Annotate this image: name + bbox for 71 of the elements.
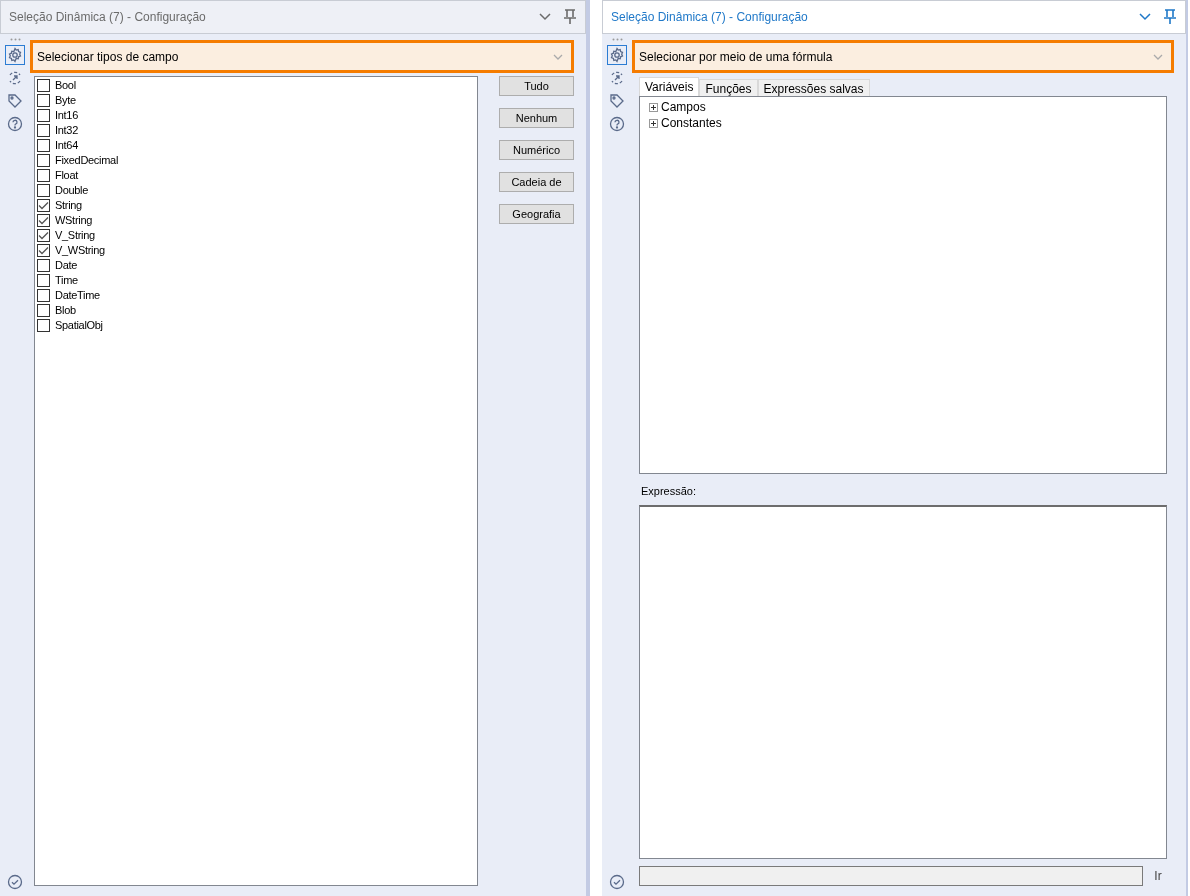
checkbox[interactable] (37, 214, 50, 227)
tab[interactable]: Variáveis (639, 77, 700, 96)
field-type-item[interactable]: Date (37, 258, 477, 273)
chevron-down-icon (553, 53, 563, 60)
checkbox[interactable] (37, 109, 50, 122)
field-type-item[interactable]: V_WString (37, 243, 477, 258)
expand-icon[interactable] (649, 118, 658, 128)
grip-icon[interactable] (9, 38, 21, 41)
filter-button[interactable]: Cadeia de (499, 172, 574, 192)
expand-icon[interactable] (649, 102, 658, 112)
check-icon (38, 216, 49, 225)
filter-button[interactable]: Numérico (499, 140, 574, 160)
go-button[interactable]: Ir (1149, 867, 1167, 885)
check-icon (38, 201, 49, 210)
check-circle-icon (7, 874, 23, 890)
tab[interactable]: Expressões salvas (757, 79, 870, 96)
settings-icon[interactable] (607, 45, 627, 65)
window-title: Seleção Dinâmica (7) - Configuração (9, 9, 207, 26)
checkbox[interactable] (37, 244, 50, 257)
expression-field[interactable] (639, 504, 1167, 859)
checkbox[interactable] (37, 199, 50, 212)
field-type-item[interactable]: Double (37, 183, 477, 198)
field-type-item[interactable]: SpatialObj (37, 318, 477, 333)
help-icon[interactable] (5, 114, 25, 134)
check-circle-icon (609, 874, 625, 890)
settings-icon[interactable] (5, 45, 25, 65)
field-type-item[interactable]: Blob (37, 303, 477, 318)
chevron-down-icon (1153, 53, 1163, 60)
field-type-item[interactable]: Int32 (37, 123, 477, 138)
checkbox[interactable] (37, 229, 50, 242)
checkbox[interactable] (37, 304, 50, 317)
chevron-down-icon[interactable] (1139, 13, 1151, 21)
field-type-item[interactable]: V_String (37, 228, 477, 243)
field-type-item[interactable]: Time (37, 273, 477, 288)
pin-icon[interactable] (563, 9, 577, 25)
checkbox[interactable] (37, 289, 50, 302)
tree-item[interactable]: Constantes (649, 115, 1166, 131)
tab[interactable]: Funções (699, 79, 758, 96)
filter-button[interactable]: Nenhum (499, 108, 574, 128)
field-type-item[interactable]: FixedDecimal (37, 153, 477, 168)
help-icon[interactable] (607, 114, 627, 134)
checkbox[interactable] (37, 139, 50, 152)
chevron-down-icon[interactable] (539, 13, 551, 21)
tree-item[interactable]: Campos (649, 99, 1166, 115)
checkbox[interactable] (37, 79, 50, 92)
expression-label: Expressão: (641, 484, 698, 499)
checkbox[interactable] (37, 319, 50, 332)
field-type-item[interactable]: WString (37, 213, 477, 228)
pin-icon[interactable] (1163, 9, 1177, 25)
checkbox[interactable] (37, 259, 50, 272)
field-type-item[interactable]: Byte (37, 93, 477, 108)
mode-dropdown[interactable]: Selecionar por meio de uma fórmula (632, 40, 1174, 73)
filter-button[interactable]: Geografia (499, 204, 574, 224)
field-type-item[interactable]: Bool (37, 78, 477, 93)
field-type-item[interactable]: String (37, 198, 477, 213)
checkbox[interactable] (37, 169, 50, 182)
grip-icon[interactable] (611, 38, 623, 41)
field-type-item[interactable]: Int64 (37, 138, 477, 153)
checkbox[interactable] (37, 274, 50, 287)
filter-button[interactable]: Tudo (499, 76, 574, 96)
checkbox[interactable] (37, 154, 50, 167)
check-icon (38, 246, 49, 255)
mode-dropdown[interactable]: Selecionar tipos de campo (30, 40, 574, 73)
checkbox[interactable] (37, 184, 50, 197)
window-title: Seleção Dinâmica (7) - Configuração (611, 9, 809, 26)
checkbox[interactable] (37, 124, 50, 137)
field-type-item[interactable]: Float (37, 168, 477, 183)
check-icon (38, 231, 49, 240)
field-type-item[interactable]: DateTime (37, 288, 477, 303)
checkbox[interactable] (37, 94, 50, 107)
field-type-item[interactable]: Int16 (37, 108, 477, 123)
